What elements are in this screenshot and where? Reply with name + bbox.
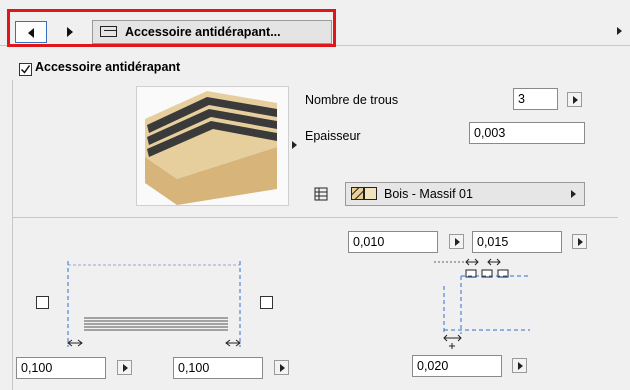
- holes-input[interactable]: 3: [513, 88, 558, 110]
- offset-diagram: [67, 261, 241, 347]
- expand-arrow-icon[interactable]: [617, 27, 622, 35]
- depth-input[interactable]: 0,020: [412, 355, 502, 377]
- preview-image: [145, 91, 277, 205]
- thickness-label: Epaisseur: [305, 129, 361, 143]
- left-end-checkbox[interactable]: [36, 296, 49, 309]
- right-offset-stepper[interactable]: [274, 360, 289, 375]
- surface-icon[interactable]: [314, 187, 328, 201]
- depth-stepper[interactable]: [512, 358, 527, 373]
- material-dropdown-arrow-icon: [571, 190, 576, 198]
- section-separator: [12, 217, 618, 218]
- width-input[interactable]: 0,010: [348, 231, 438, 253]
- left-offset-stepper[interactable]: [117, 360, 132, 375]
- spacing-input[interactable]: 0,015: [472, 231, 562, 253]
- material-selector[interactable]: Bois - Massif 01: [345, 182, 585, 206]
- width-stepper[interactable]: [449, 234, 464, 249]
- accessory-preview[interactable]: [136, 86, 289, 206]
- holes-label: Nombre de trous: [305, 93, 399, 107]
- left-offset-input[interactable]: 0,100: [16, 357, 106, 379]
- material-name: Bois - Massif 01: [384, 187, 473, 201]
- checkmark-icon: [20, 65, 31, 74]
- preview-menu-arrow-icon[interactable]: [292, 141, 297, 149]
- holes-stepper[interactable]: [567, 92, 582, 107]
- highlight-frame: [7, 9, 336, 47]
- accessory-checkbox-label: Accessoire antidérapant: [35, 60, 181, 74]
- thickness-input[interactable]: 0,003: [469, 122, 585, 144]
- material-swatch-icon: [351, 187, 377, 200]
- spacing-stepper[interactable]: [572, 234, 587, 249]
- accessory-checkbox[interactable]: [19, 63, 32, 76]
- vertical-divider: [12, 80, 13, 390]
- right-end-checkbox[interactable]: [260, 296, 273, 309]
- right-offset-input[interactable]: 0,100: [173, 357, 263, 379]
- profile-diagram: [434, 258, 530, 349]
